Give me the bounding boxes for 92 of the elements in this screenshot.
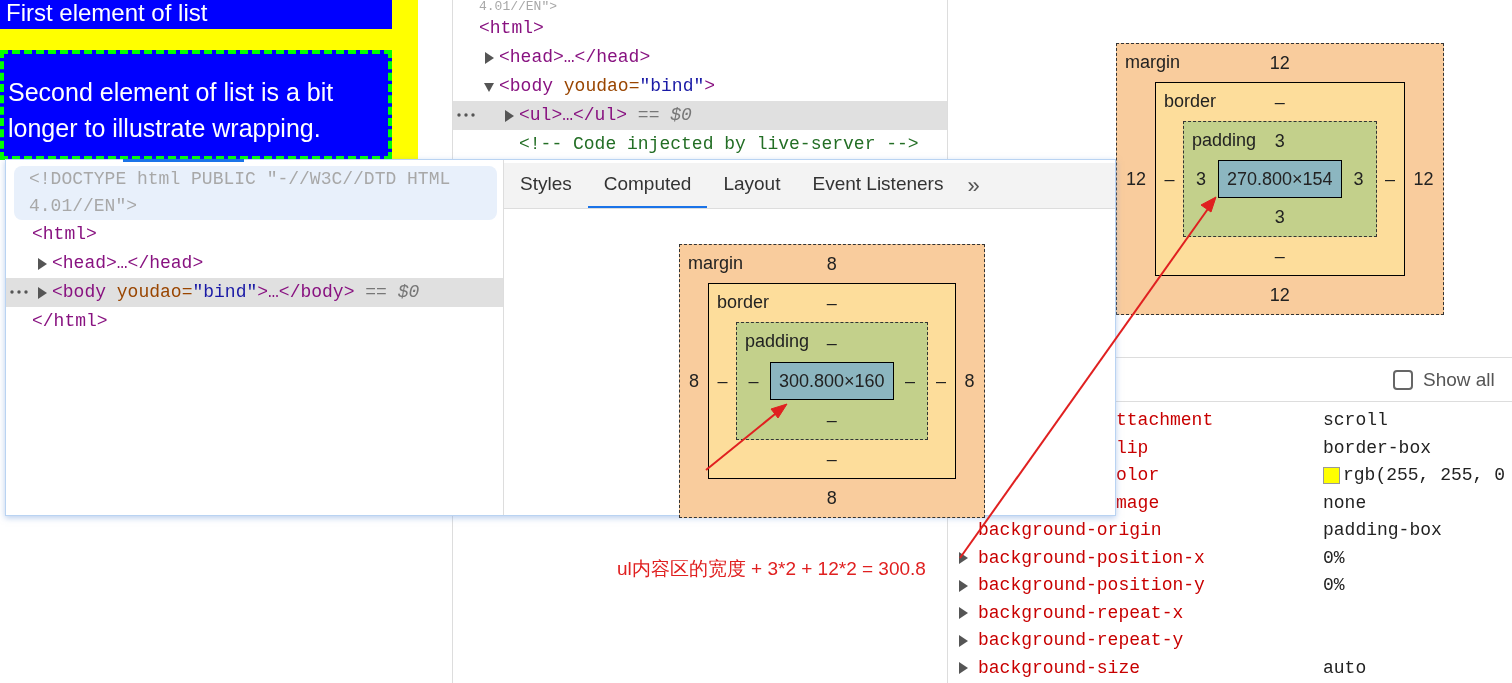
property-name: lip xyxy=(1116,437,1149,458)
dom-node-text: <body youdao="bind"> xyxy=(499,75,716,98)
dom-node-text: <body youdao="bind">…</body> == $0 xyxy=(52,281,420,304)
annotation-text: ul内容区的宽度 + 3*2 + 12*2 = 300.8 xyxy=(617,557,926,581)
triangle-icon[interactable] xyxy=(37,257,47,270)
dom-node[interactable]: <head>…</head> xyxy=(6,249,503,278)
box-value: – xyxy=(936,371,947,391)
property-name: background-position-x xyxy=(978,547,1205,568)
property-name: background-size xyxy=(978,657,1141,678)
property-value: auto xyxy=(1323,656,1367,680)
property-name: mage xyxy=(1116,492,1160,513)
triangle-icon[interactable] xyxy=(484,51,494,64)
dom-node-text: <html> xyxy=(32,223,97,246)
box-value: 12 xyxy=(1413,169,1434,189)
box-label: padding xyxy=(745,331,810,351)
dom-node[interactable]: <body youdao="bind"> xyxy=(453,72,947,101)
content-box: 300.800×160 xyxy=(770,362,894,400)
dom-node[interactable]: </html> xyxy=(6,307,503,336)
more-icon[interactable] xyxy=(457,113,475,117)
dom-node[interactable]: <html> xyxy=(6,220,503,249)
more-icon[interactable] xyxy=(10,290,28,294)
property-value: padding-box xyxy=(1323,519,1442,543)
dom-node-text: <head>…</head> xyxy=(499,46,651,69)
box-value: – xyxy=(826,332,837,353)
box-value: – xyxy=(1385,169,1396,189)
box-value: – xyxy=(826,409,837,430)
tab[interactable]: Styles xyxy=(504,163,588,208)
dom-node[interactable]: <!-- Code injected by live-server --> xyxy=(453,130,947,159)
property-name: background-origin xyxy=(978,520,1162,541)
box-label: margin xyxy=(1125,52,1181,72)
box-label: border xyxy=(1164,91,1217,111)
dom-node[interactable]: <ul>…</ul> == $0 xyxy=(453,101,947,130)
box-value: – xyxy=(1164,169,1175,189)
box-value: 8 xyxy=(826,254,837,274)
property-name: olor xyxy=(1116,465,1160,486)
dom-node-text: <head>…</head> xyxy=(52,252,204,275)
dom-node-text: <ul>…</ul> == $0 xyxy=(519,104,692,127)
box-value: – xyxy=(748,371,759,391)
triangle-icon[interactable] xyxy=(958,579,968,592)
box-value: – xyxy=(1274,246,1285,266)
triangle-icon[interactable] xyxy=(37,286,47,299)
dom-node-text: <!-- Code injected by live-server --> xyxy=(519,133,919,156)
box-label: border xyxy=(717,292,770,312)
content-box: 270.800×154 xyxy=(1218,160,1342,198)
triangle-icon[interactable] xyxy=(958,634,968,647)
tab[interactable]: Event Listeners xyxy=(796,163,960,208)
triangle-icon[interactable] xyxy=(504,109,514,122)
tab[interactable]: Layout xyxy=(707,163,797,208)
dom-node-text: <!DOCTYPE html PUBLIC "-//W3C//DTD HTML 4.01//EN"> xyxy=(29,168,452,218)
more-tabs-button[interactable]: » xyxy=(959,163,988,208)
box-value: – xyxy=(1274,92,1285,112)
triangle-icon[interactable] xyxy=(484,80,494,93)
box-value: 3 xyxy=(1274,131,1285,151)
box-value: 8 xyxy=(826,488,837,508)
box-label: padding xyxy=(1192,130,1257,150)
triangle-icon[interactable] xyxy=(958,607,968,620)
property-value: none xyxy=(1323,491,1367,515)
property-value: scroll xyxy=(1323,409,1388,433)
list-item: Second element of list is a bit longer to illustrate wrapping. xyxy=(0,50,392,160)
dom-node[interactable]: <html> xyxy=(453,14,947,43)
property-value: 0% xyxy=(1323,546,1345,570)
box-value: – xyxy=(826,449,837,469)
triangle-icon[interactable] xyxy=(958,552,968,565)
box-label: margin xyxy=(688,253,744,273)
box-value: 3 xyxy=(1196,169,1206,189)
box-value: – xyxy=(717,371,728,391)
dom-node-text: <html> xyxy=(479,17,544,40)
property-name: background-repeat-y xyxy=(978,630,1184,651)
box-value: 8 xyxy=(964,371,975,391)
box-value: 3 xyxy=(1353,169,1364,189)
box-value: – xyxy=(905,371,916,391)
dom-node[interactable]: <head>…</head> xyxy=(453,43,947,72)
tab[interactable]: Computed xyxy=(587,163,708,208)
box-value: 12 xyxy=(1269,285,1290,305)
dom-node-text: 4.01//EN"> xyxy=(479,0,557,14)
box-value: 8 xyxy=(689,371,699,391)
property-name: background-position-y xyxy=(978,575,1205,596)
property-value: 0% xyxy=(1323,574,1345,598)
property-name: background-repeat-x xyxy=(978,602,1184,623)
checkbox-label: Show all xyxy=(1423,368,1495,392)
box-value: 12 xyxy=(1269,53,1290,73)
property-value: border-box xyxy=(1323,436,1432,460)
triangle-icon[interactable] xyxy=(958,662,968,675)
box-value: – xyxy=(826,293,837,313)
checkbox[interactable] xyxy=(1393,370,1413,391)
dom-node-text: </html> xyxy=(32,310,108,333)
dom-node[interactable]: <body youdao="bind">…</body> == $0 xyxy=(6,278,503,307)
property-name: ttachment xyxy=(1116,410,1214,431)
box-value: 12 xyxy=(1126,169,1146,189)
property-value: rgb(255, 255, 0 xyxy=(1343,464,1506,488)
box-value: 3 xyxy=(1274,207,1285,227)
list-item: First element of list xyxy=(0,0,392,29)
